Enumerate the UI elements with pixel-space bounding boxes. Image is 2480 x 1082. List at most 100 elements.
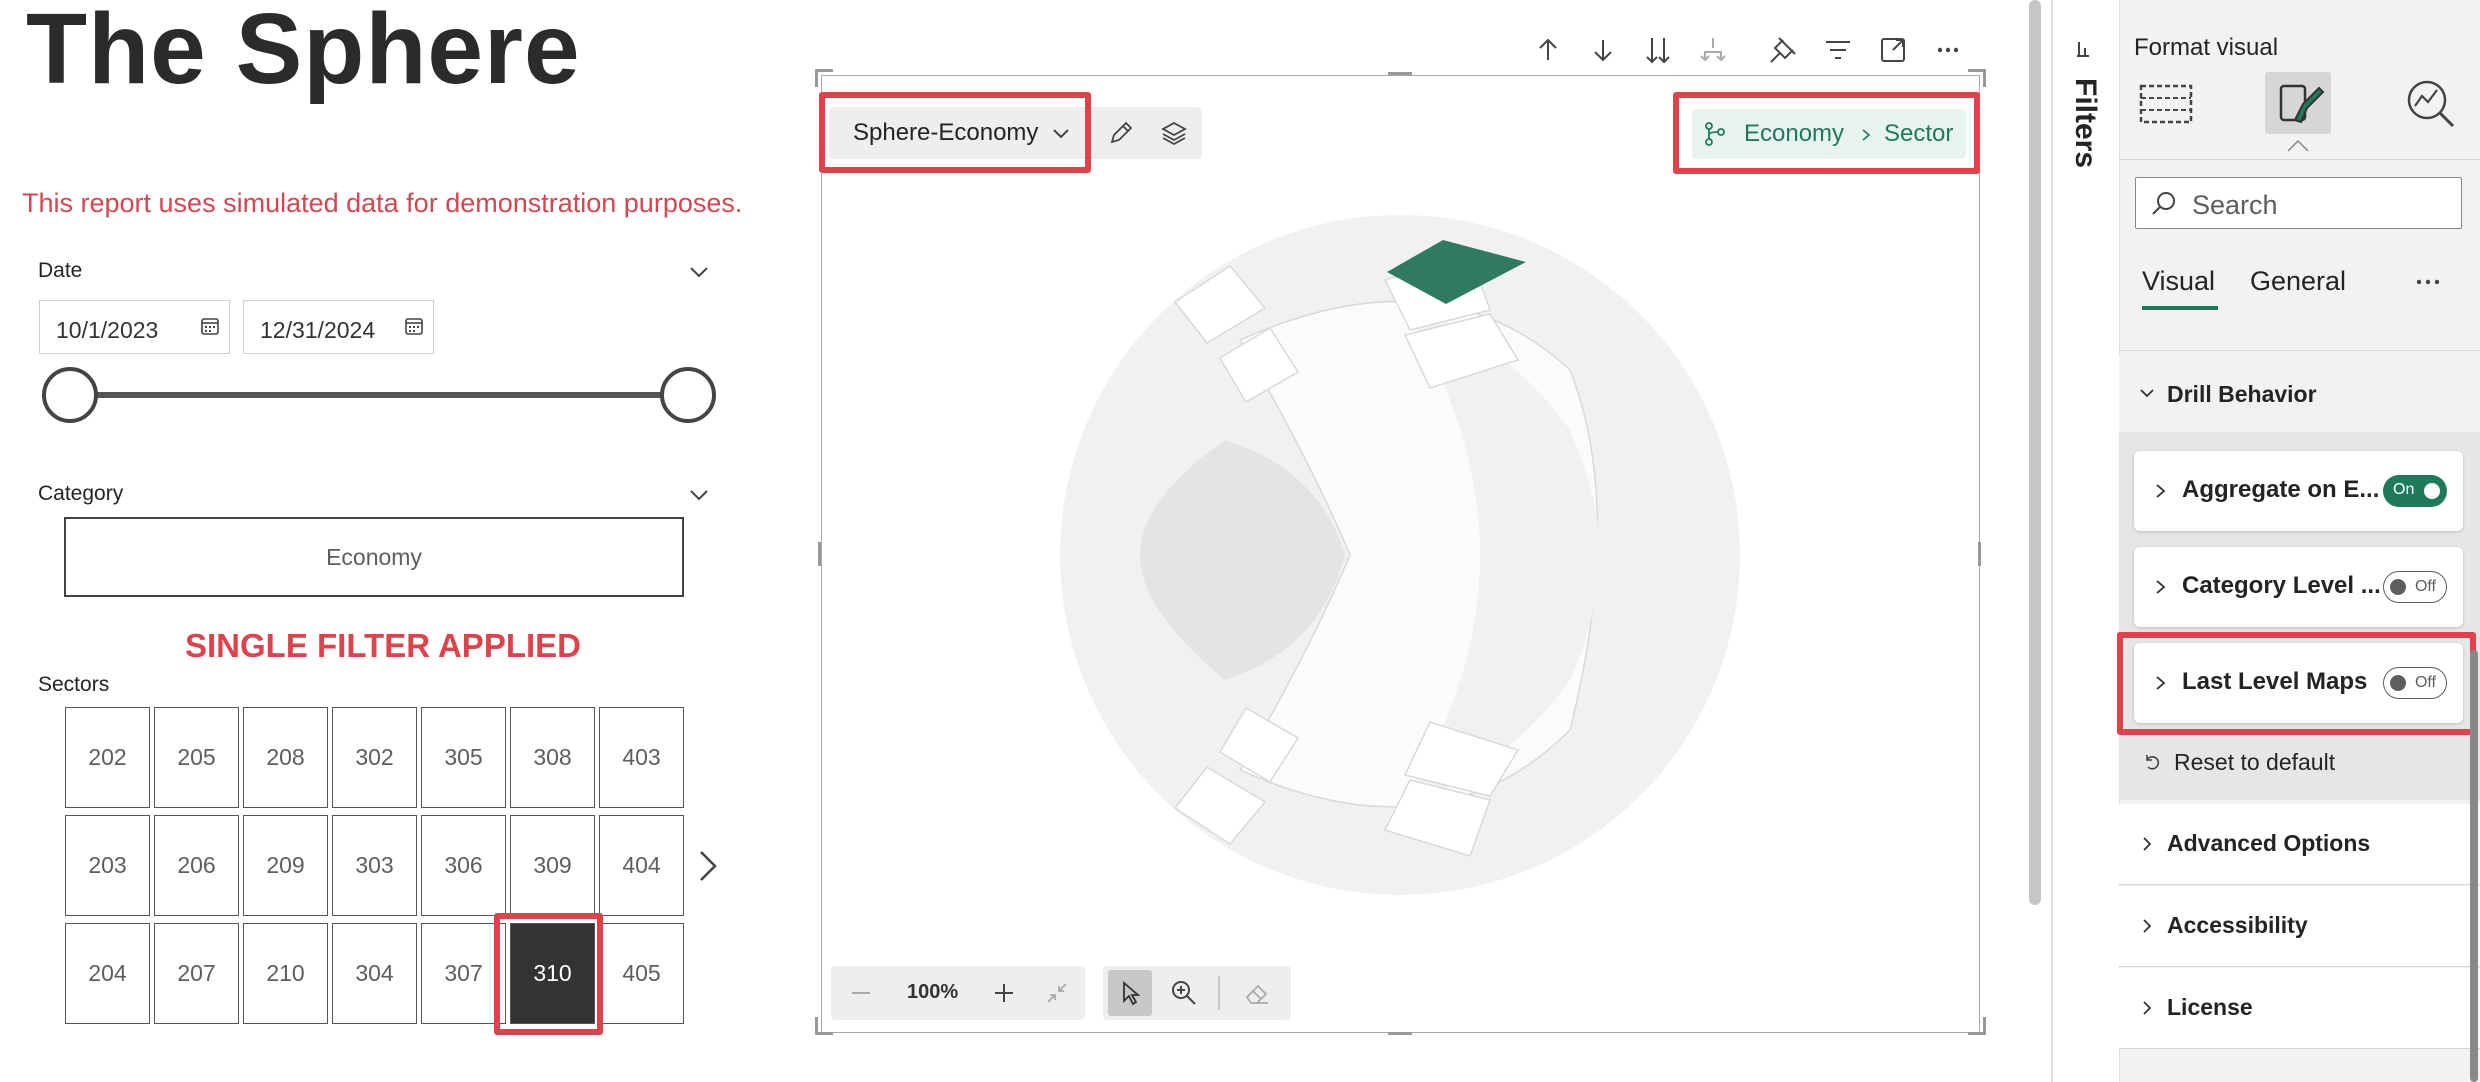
resize-handle[interactable] — [1978, 542, 1981, 566]
zoom-in-icon[interactable] — [989, 978, 1019, 1008]
resize-handle[interactable] — [815, 69, 818, 87]
sector-tile[interactable]: 206 — [154, 815, 239, 916]
format-pane-scrollbar[interactable] — [2470, 650, 2478, 1082]
sector-tile[interactable]: 208 — [243, 707, 328, 808]
calendar-icon[interactable] — [405, 317, 423, 335]
last-level-maps-option-card[interactable]: Last Level Maps Off — [2134, 643, 2463, 723]
sector-tile[interactable]: 310 — [510, 923, 595, 1024]
date-end-value: 12/31/2024 — [260, 317, 376, 343]
collapse-icon[interactable] — [1042, 978, 1072, 1008]
date-end-input[interactable]: 12/31/2024 — [243, 300, 434, 354]
category-slicer-header[interactable]: Category — [38, 482, 710, 506]
chevron-down-icon[interactable] — [688, 484, 710, 506]
build-visual-icon[interactable] — [2133, 72, 2199, 134]
layers-icon[interactable] — [1159, 118, 1189, 148]
date-range-start-handle[interactable] — [42, 367, 98, 423]
toggle-knob — [2390, 675, 2406, 691]
sector-tile[interactable]: 210 — [243, 923, 328, 1024]
sector-tile[interactable]: 405 — [599, 923, 684, 1024]
filter-funnel-icon[interactable] — [2073, 38, 2093, 60]
sector-tile[interactable]: 403 — [599, 707, 684, 808]
sector-tile[interactable]: 205 — [154, 707, 239, 808]
focus-mode-icon[interactable] — [1875, 32, 1911, 68]
hierarchy-icon — [1705, 122, 1725, 146]
sector-tile[interactable]: 303 — [332, 815, 417, 916]
canvas-scrollbar[interactable] — [2029, 0, 2041, 905]
resize-handle[interactable] — [1983, 69, 1986, 87]
format-visual-heading: Format visual — [2134, 34, 2279, 61]
tab-visual[interactable]: Visual — [2142, 266, 2215, 297]
category-dropdown[interactable]: Economy — [64, 517, 684, 597]
map-selector-value: Sphere-Economy — [853, 119, 1039, 146]
resize-handle[interactable] — [1388, 1032, 1412, 1035]
advanced-options-section[interactable]: Advanced Options — [2119, 804, 2480, 884]
resize-handle[interactable] — [1388, 72, 1412, 75]
sector-tile[interactable]: 304 — [332, 923, 417, 1024]
expand-hierarchy-icon[interactable] — [1695, 32, 1731, 68]
filters-pane-label[interactable]: Filters — [2068, 78, 2102, 168]
date-range-track[interactable] — [70, 392, 688, 398]
eraser-icon[interactable] — [1242, 978, 1272, 1008]
zoom-out-icon[interactable] — [846, 978, 876, 1008]
chevron-right-icon[interactable] — [692, 848, 722, 884]
format-visual-icon[interactable] — [2265, 72, 2331, 134]
filter-icon[interactable] — [1820, 32, 1856, 68]
category-level-toggle[interactable]: Off — [2383, 571, 2447, 603]
sector-tile[interactable]: 305 — [421, 707, 506, 808]
date-range-end-handle[interactable] — [660, 367, 716, 423]
pane-divider — [2119, 884, 2480, 885]
arrow-down-icon[interactable] — [1585, 32, 1621, 68]
double-arrow-down-icon[interactable] — [1640, 32, 1676, 68]
format-search-input[interactable]: Search — [2135, 177, 2462, 229]
report-title: The Sphere — [26, 0, 581, 105]
more-options-icon[interactable] — [1930, 32, 1966, 68]
pointer-icon[interactable] — [1115, 978, 1145, 1008]
chevron-down-icon[interactable] — [1052, 124, 1070, 142]
accessibility-section[interactable]: Accessibility — [2119, 886, 2480, 966]
pin-icon[interactable] — [1765, 32, 1801, 68]
sector-tile[interactable]: 204 — [65, 923, 150, 1024]
edit-icon[interactable] — [1106, 118, 1136, 148]
date-start-input[interactable]: 10/1/2023 — [39, 300, 230, 354]
drill-behavior-header[interactable]: Drill Behavior — [2119, 355, 2480, 435]
calendar-icon[interactable] — [201, 317, 219, 335]
analytics-icon[interactable] — [2397, 72, 2463, 134]
arena-map[interactable] — [1050, 210, 1750, 910]
sector-tile[interactable]: 209 — [243, 815, 328, 916]
aggregate-toggle[interactable]: On — [2383, 475, 2447, 507]
reset-icon[interactable] — [2142, 752, 2162, 772]
sector-tile[interactable]: 207 — [154, 923, 239, 1024]
resize-handle[interactable] — [1983, 1017, 1986, 1035]
arrow-up-icon[interactable] — [1530, 32, 1566, 68]
sector-tile[interactable]: 307 — [421, 923, 506, 1024]
toolbar-divider — [1218, 976, 1220, 1010]
advanced-options-label: Advanced Options — [2167, 830, 2371, 856]
sector-tile[interactable]: 203 — [65, 815, 150, 916]
date-slicer-header[interactable]: Date — [38, 259, 710, 283]
accessibility-label: Accessibility — [2167, 912, 2308, 938]
toggle-knob — [2424, 483, 2440, 499]
toggle-state: Off — [2414, 578, 2436, 595]
tab-general[interactable]: General — [2250, 266, 2346, 297]
chevron-down-icon[interactable] — [688, 261, 710, 283]
sector-tile[interactable]: 404 — [599, 815, 684, 916]
sector-tile[interactable]: 306 — [421, 815, 506, 916]
resize-handle[interactable] — [815, 1017, 818, 1035]
sector-tile[interactable]: 202 — [65, 707, 150, 808]
more-options-icon[interactable] — [2413, 272, 2443, 292]
sector-tile[interactable]: 308 — [510, 707, 595, 808]
aggregate-option-card[interactable]: Aggregate on E... On — [2134, 451, 2463, 531]
category-level-option-card[interactable]: Category Level ... Off — [2134, 547, 2463, 627]
license-section[interactable]: License — [2119, 968, 2480, 1048]
chevron-right-icon — [2156, 676, 2166, 690]
resize-handle[interactable] — [818, 542, 821, 566]
breadcrumb-level-sector[interactable]: Sector — [1884, 120, 1953, 148]
license-label: License — [2167, 994, 2253, 1020]
last-level-maps-toggle[interactable]: Off — [2383, 667, 2447, 699]
sector-tile[interactable]: 302 — [332, 707, 417, 808]
magnifier-icon[interactable] — [1169, 978, 1199, 1008]
breadcrumb-level-economy[interactable]: Economy — [1744, 120, 1844, 148]
pane-divider — [2119, 1048, 2480, 1049]
sector-tile[interactable]: 309 — [510, 815, 595, 916]
reset-to-default-link[interactable]: Reset to default — [2174, 749, 2335, 776]
